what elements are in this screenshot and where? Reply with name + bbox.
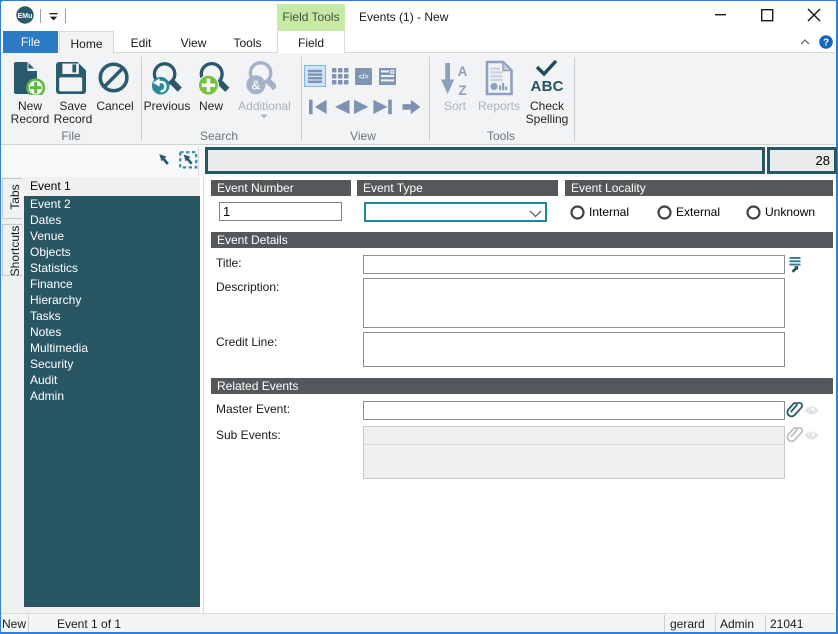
svg-text:ABC: ABC	[531, 78, 564, 95]
svg-text:A: A	[458, 64, 468, 79]
svg-text:Z: Z	[458, 83, 466, 98]
svg-text:</>: </>	[358, 74, 368, 81]
svg-text:?: ?	[823, 38, 829, 49]
svg-text:&: &	[251, 77, 260, 92]
svg-text:EMu: EMu	[18, 13, 33, 20]
